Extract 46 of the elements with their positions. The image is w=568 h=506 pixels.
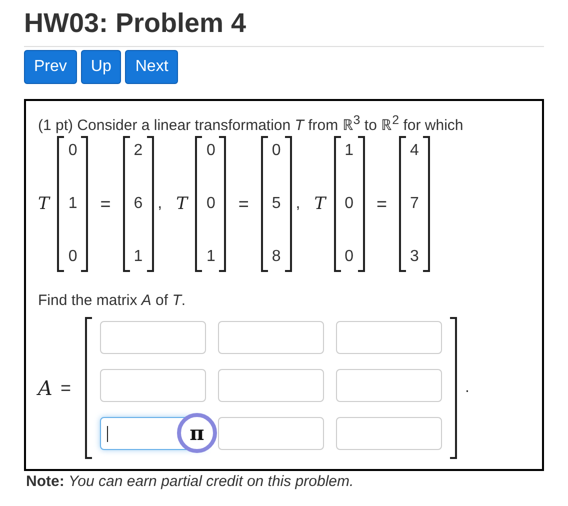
equals-sign: =	[59, 378, 72, 398]
answer-field[interactable]	[100, 369, 206, 402]
answer-field[interactable]	[336, 417, 442, 450]
matrix-entry: 8	[272, 247, 281, 267]
answer-field[interactable]	[218, 369, 324, 402]
nav-button[interactable]: Next	[125, 50, 178, 84]
equals-sign: =	[376, 194, 388, 214]
matrix-entry: 1	[206, 247, 216, 267]
matrix-entry: 7	[410, 194, 419, 214]
function-symbol: T	[38, 194, 50, 214]
matrix-entry: 0	[344, 247, 354, 267]
text-cursor	[106, 426, 108, 442]
matrix-entry: 0	[272, 141, 281, 161]
matrix-entry: 0	[68, 247, 78, 267]
matrix-entry: 1	[134, 247, 143, 267]
period: .	[464, 379, 470, 397]
question-text: Find the matrix A of T.	[38, 292, 187, 309]
comma: ,	[158, 195, 162, 213]
matrix-entry: 0	[68, 141, 78, 161]
matrix-name: A	[38, 376, 52, 400]
matrix-entry: 0	[206, 194, 216, 214]
note-text: Note: You can earn partial credit on this problem.	[26, 473, 355, 491]
comma: ,	[296, 195, 300, 213]
function-symbol: T	[176, 194, 188, 214]
matrix-entry: 1	[344, 141, 354, 161]
function-symbol: T	[314, 194, 326, 214]
matrix-entry: 5	[272, 194, 281, 214]
problem-text: (1 pt) Consider a linear transformation T from ℝ$^{3}$ to ℝ$^{2}$ for which	[38, 113, 464, 134]
matrix-entry: 0	[344, 194, 354, 214]
answer-field[interactable]	[336, 321, 442, 354]
matrix-entry: 1	[68, 194, 78, 214]
nav-button[interactable]: Prev	[24, 50, 77, 84]
matrix-entry: 3	[410, 247, 419, 267]
matrix-entry: 6	[134, 194, 143, 214]
equals-sign: =	[237, 194, 250, 214]
matrix-entry: 0	[206, 141, 216, 161]
equals-sign: =	[99, 194, 112, 214]
answer-field[interactable]	[218, 321, 324, 354]
answer-field[interactable]	[336, 369, 442, 402]
matrix-entry: 2	[134, 141, 143, 161]
answer-field[interactable]	[100, 321, 206, 354]
nav-button[interactable]: Up	[80, 50, 122, 84]
matrix-entry: 4	[410, 141, 419, 161]
equation-editor-button[interactable]: π	[176, 413, 217, 453]
page-title: HW03: Problem 4	[24, 7, 248, 40]
answer-field[interactable]	[218, 417, 324, 450]
